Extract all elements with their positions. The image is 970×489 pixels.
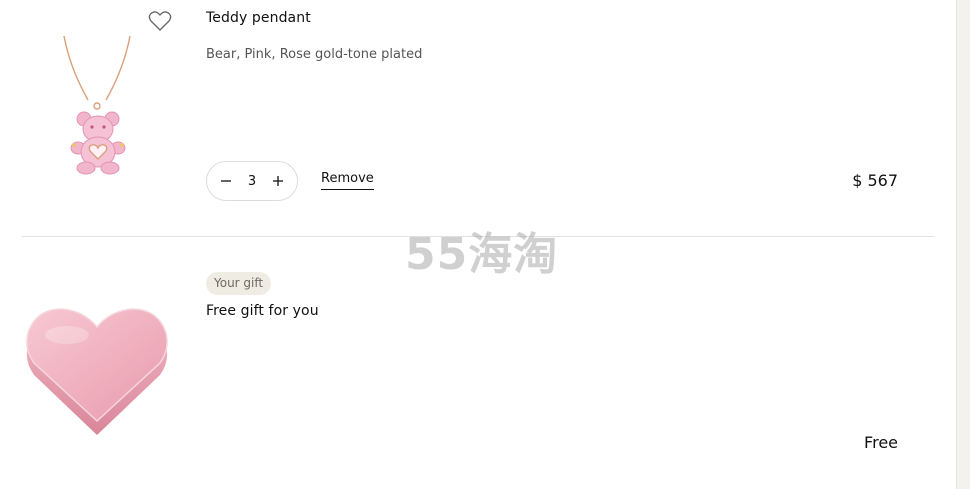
item-price: $ 567 xyxy=(852,171,898,190)
gift-price: Free xyxy=(864,433,898,452)
gift-badge: Your gift xyxy=(206,272,272,295)
product-title[interactable]: Teddy pendant xyxy=(206,10,311,26)
plus-icon xyxy=(273,176,283,186)
product-image[interactable] xyxy=(50,28,150,183)
product-variant: Bear, Pink, Rose gold-tone plated xyxy=(206,47,423,62)
quantity-value[interactable]: 3 xyxy=(248,174,256,189)
remove-button[interactable]: Remove xyxy=(321,171,374,190)
teddy-bear-pendant-icon xyxy=(63,35,131,175)
scrollbar-track[interactable] xyxy=(956,0,970,489)
cart-item-teddy-pendant: Teddy pendant Bear, Pink, Rose gold-tone… xyxy=(0,0,940,236)
minus-icon xyxy=(221,180,231,182)
gift-title: Free gift for you xyxy=(206,303,319,319)
heart-outline-icon xyxy=(148,11,172,31)
gift-image xyxy=(22,295,172,440)
heart-box-icon xyxy=(26,308,168,435)
wishlist-button[interactable] xyxy=(147,9,173,33)
decrease-quantity-button[interactable] xyxy=(216,171,236,191)
increase-quantity-button[interactable] xyxy=(268,171,288,191)
quantity-stepper: 3 xyxy=(206,161,298,201)
cart-item-free-gift: Your gift Free gift for you Free xyxy=(0,237,940,489)
